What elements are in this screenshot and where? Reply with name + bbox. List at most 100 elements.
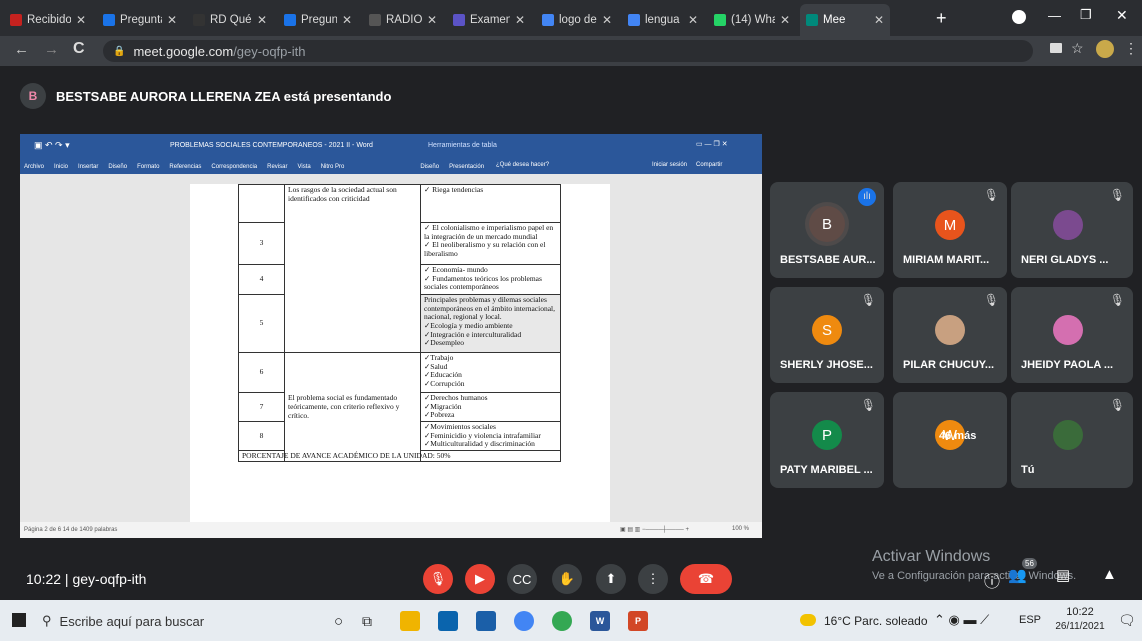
captions-button[interactable]: CC [507,564,537,594]
vertical-ruler [20,184,30,522]
bookmark-star-icon[interactable]: ☆ [1071,40,1084,57]
language-indicator[interactable]: ESP [1019,614,1041,626]
mic-off-button[interactable]: 🎙 [423,564,453,594]
profile-avatar[interactable] [1096,40,1114,58]
participant-tile[interactable]: PILAR CHUCUY... 🎙 [893,287,1007,383]
notifications-icon[interactable]: 🗨 [1118,612,1136,629]
tab-close-icon[interactable]: ✕ [76,13,86,27]
windows-start-icon[interactable] [12,613,26,627]
word-ribbon-tab[interactable]: Vista [297,164,310,170]
participant-name: Tú [1021,464,1035,476]
taskbar-clock[interactable]: 10:22 [1058,606,1102,618]
tab-close-icon[interactable]: ✕ [257,13,267,27]
word-share-button[interactable]: Compartir [696,162,722,168]
chrome-profile-icon[interactable] [552,611,572,631]
tab-close-icon[interactable]: ✕ [427,13,437,27]
browser-tab[interactable]: RADIO E ✕ [363,4,443,36]
weather-text[interactable]: 16°C Parc. soleado [824,614,928,628]
word-ribbon-tab[interactable]: Revisar [267,164,287,170]
zoom-slider[interactable]: ▣ ▤ ▥ −────┼──── + [620,526,689,533]
browser-menu-icon[interactable]: ⋮ [1124,40,1138,57]
mic-muted-icon: 🎙 [1109,188,1125,202]
minimize-icon[interactable]: — [1048,8,1061,23]
browser-tab[interactable]: lengua d ✕ [622,4,704,36]
word-tell-me[interactable]: ¿Qué desea hacer? [496,162,549,168]
leave-call-button[interactable]: ☎ [680,564,732,594]
profile-dot-icon[interactable] [1012,10,1026,24]
camera-off-button[interactable]: ▶ [465,564,495,594]
browser-tab[interactable]: Mee ✕ [800,4,890,36]
back-icon[interactable]: ← [14,41,29,58]
reload-icon[interactable]: C [73,40,85,58]
tab-close-icon[interactable]: ✕ [167,13,177,27]
word-ribbon-tab[interactable]: Diseño [420,164,439,170]
document-page[interactable]: Los rasgos de la sociedad actual son ide… [190,184,610,522]
tab-close-icon[interactable]: ✕ [780,13,790,27]
mic-off-icon: 🎙 [429,571,447,586]
tab-close-icon[interactable]: ✕ [342,13,352,27]
participant-tile[interactable]: JHEIDY PAOLA ... 🎙 [1011,287,1133,383]
browser-tab[interactable]: Examen ✕ [447,4,531,36]
word-signin[interactable]: Iniciar sesión [652,162,687,168]
present-button[interactable]: ⬆ [596,564,626,594]
browser-tab[interactable]: Recibido ✕ [4,4,92,36]
browser-tab[interactable]: (14) Wha ✕ [708,4,796,36]
browser-tab[interactable]: logo de ✕ [536,4,618,36]
word-document-title: PROBLEMAS SOCIALES CONTEMPORANEOS - 2021… [170,142,373,149]
word-ribbon-tab[interactable]: Nitro Pro [321,164,345,170]
tab-close-icon[interactable]: ✕ [688,13,698,27]
word-ribbon-tab[interactable]: Diseño [108,164,127,170]
more-options-button[interactable]: ⋮ [638,564,668,594]
word-status-text: Página 2 de 6 14 de 1409 palabras [24,527,118,533]
word-ribbon-tab[interactable]: Insertar [78,164,98,170]
word-ribbon-tab[interactable]: Referencias [169,164,201,170]
file-explorer-icon[interactable] [400,611,420,631]
cortana-icon[interactable]: ○ [334,613,343,630]
new-tab-button[interactable]: + [936,8,947,29]
browser-tab[interactable]: Pregunta ✕ [278,4,358,36]
word-ribbon-tab[interactable]: Inicio [54,164,68,170]
tab-close-icon[interactable]: ✕ [874,13,884,27]
browser-tab[interactable]: RD Qué es u ✕ [187,4,273,36]
url-field[interactable]: 🔒 meet.google.com/gey-oqfp-ith [103,40,1033,62]
presenter-text: BESTSABE AURORA LLERENA ZEA está present… [56,88,392,104]
participant-tile[interactable]: P PATY MARIBEL ... 🎙 [770,392,884,488]
word-window-controls[interactable]: ▭ — ❐ ✕ [696,140,728,148]
taskbar-date[interactable]: 26/11/2021 [1048,621,1112,632]
tab-close-icon[interactable]: ✕ [515,13,525,27]
word-ribbon-tab[interactable]: Presentación [449,164,484,170]
mail-icon[interactable] [476,611,496,631]
restore-icon[interactable]: ❐ [1080,7,1092,23]
close-window-icon[interactable]: ✕ [1116,7,1128,24]
word-ribbon-tab[interactable]: Formato [137,164,159,170]
participant-tile[interactable]: Tú 🎙 [1011,392,1133,488]
powerpoint-app-icon[interactable]: P [628,611,648,631]
participant-tile[interactable]: B BESTSABE AUR... ılı [770,182,884,278]
hang-up-icon: ☎ [697,571,715,586]
info-icon[interactable]: ⓘ [984,568,1000,592]
activities-icon[interactable]: ▲ [1102,566,1117,583]
raise-hand-button[interactable]: ✋ [552,564,582,594]
forward-icon[interactable]: → [44,41,59,58]
word-ribbon-tab[interactable]: Correspondencia [211,164,257,170]
save-icon[interactable]: ▣ ↶ ↷ ▾ [34,140,70,151]
word-app-icon[interactable]: W [590,611,610,631]
chat-icon[interactable]: ▤ [1056,566,1070,584]
store-icon[interactable] [438,611,458,631]
participant-tile[interactable]: W 46 más [893,392,1007,488]
participant-tile[interactable]: M MIRIAM MARIT... 🎙 [893,182,1007,278]
chrome-icon[interactable] [514,611,534,631]
participant-tile[interactable]: NERI GLADYS ... 🎙 [1011,182,1133,278]
tab-title: logo de [559,14,597,26]
tab-close-icon[interactable]: ✕ [602,13,612,27]
task-view-icon[interactable]: ⧉ [362,613,372,630]
browser-tab[interactable]: Pregunta ✕ [97,4,183,36]
taskbar-search-box[interactable]: ⚲ Escribe aquí para buscar [42,610,302,632]
word-ribbon-tab[interactable]: Archivo [24,164,44,170]
tray-icons[interactable]: ⌃ ◉ ▬ ⟋ [934,612,989,628]
participant-name: MIRIAM MARIT... [903,254,990,266]
participant-tile[interactable]: S SHERLY JHOSE... 🎙 [770,287,884,383]
tab-favicon-icon [10,14,22,26]
cast-icon[interactable] [1050,43,1062,53]
people-button[interactable]: 👥 [1008,566,1027,584]
